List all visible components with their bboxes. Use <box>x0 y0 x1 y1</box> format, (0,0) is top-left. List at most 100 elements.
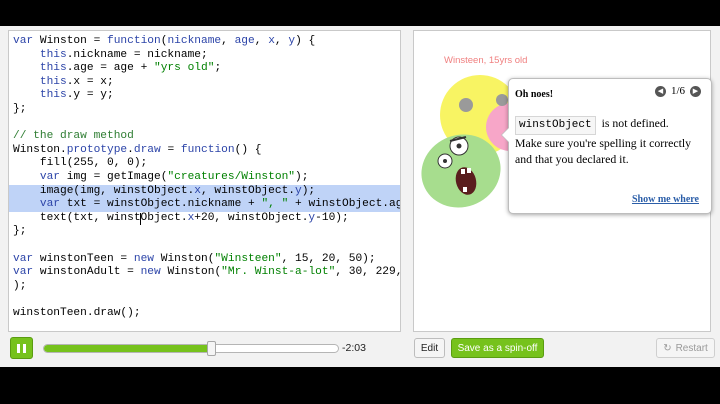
code-token: // the draw method <box>13 130 134 143</box>
time-remaining: -2:03 <box>342 342 366 354</box>
code-token: function <box>180 143 235 156</box>
error-page-count: 1/6 <box>670 85 685 97</box>
code-token: ); <box>13 279 27 292</box>
code-token: y <box>295 184 302 197</box>
code-token: new <box>140 266 161 279</box>
code-line[interactable]: // the draw method <box>13 130 400 144</box>
code-token: +20, winstObject. <box>194 211 309 224</box>
code-token: draw <box>133 143 161 156</box>
code-token: .nickname = nickname; <box>66 48 208 61</box>
code-line[interactable]: this.y = y; <box>13 89 400 103</box>
code-line[interactable] <box>13 239 400 253</box>
refresh-icon: ↻ <box>663 342 672 354</box>
code-line[interactable] <box>13 293 400 307</box>
error-code-chip: winstObject <box>515 116 596 135</box>
code-token: + winstObject.age; <box>295 198 400 211</box>
code-line[interactable]: var winstonAdult = new Winston("Mr. Wins… <box>13 266 401 280</box>
code-token: fill(255, 0, 0); <box>13 157 148 170</box>
code-token: }; <box>13 102 27 115</box>
code-token: var <box>39 170 61 183</box>
code-token: new <box>133 252 155 265</box>
code-line[interactable] <box>13 117 400 131</box>
code-token: .x = x; <box>66 75 114 88</box>
code-token: ) { <box>295 35 316 47</box>
restart-label: Restart <box>675 342 708 354</box>
code-token: , <box>274 35 289 47</box>
code-token: this <box>39 48 67 61</box>
error-title: Oh noes! <box>515 89 554 100</box>
code-text[interactable]: var Winston = function(nickname, age, x,… <box>9 35 401 321</box>
save-spinoff-button[interactable]: Save as a spin-off <box>451 338 544 358</box>
error-message-2: Make sure you're spelling it correctly a… <box>515 135 692 167</box>
code-token: function <box>107 35 161 47</box>
code-token: , winstObject. <box>201 184 295 197</box>
pause-icon <box>17 343 20 353</box>
prev-error-icon[interactable]: ◀ <box>654 85 666 97</box>
canvas-label: Winsteen, 15yrs old <box>444 55 528 66</box>
code-token: Winston( <box>160 266 222 279</box>
edit-button[interactable]: Edit <box>414 338 445 358</box>
code-line[interactable]: Winston.prototype.draw = function() { <box>13 143 400 158</box>
code-token: Winston = <box>39 35 107 47</box>
code-line[interactable]: }; <box>13 102 400 117</box>
code-token: , 15, 20, 50); <box>281 252 376 265</box>
progress-fill <box>44 345 212 352</box>
code-token: winstonTeen.draw(); <box>13 306 141 319</box>
code-line[interactable]: var Winston = function(nickname, age, x,… <box>13 35 400 49</box>
code-token: winstonAdult = <box>33 266 141 279</box>
code-line[interactable]: text(txt, winstObject.x+20, winstObject.… <box>13 211 400 226</box>
code-token: , 30, 229, 50 <box>335 266 401 279</box>
progress-handle[interactable] <box>207 341 216 356</box>
code-token: "yrs old" <box>154 62 215 75</box>
code-line[interactable]: }; <box>13 225 400 239</box>
text-caret <box>140 212 141 225</box>
code-token: ); <box>301 184 316 197</box>
show-me-where-link[interactable]: Show me where <box>632 194 699 205</box>
restart-button[interactable]: ↻ Restart <box>656 338 715 358</box>
code-token: () { <box>234 143 262 156</box>
error-message: winstObject is not defined. Make sure yo… <box>515 115 705 168</box>
code-line[interactable]: fill(255, 0, 0); <box>13 157 400 171</box>
code-token: ", " <box>261 198 289 211</box>
code-line[interactable]: image(img, winstObject.x, winstObject.y)… <box>9 184 400 199</box>
code-token: prototype <box>66 143 128 156</box>
code-editor[interactable]: var Winston = function(nickname, age, x,… <box>8 30 401 332</box>
code-line[interactable]: var winstonTeen = new Winston("Winsteen"… <box>13 252 400 267</box>
code-line[interactable]: var txt = winstObject.nickname + ", " + … <box>9 198 400 212</box>
code-line[interactable]: this.nickname = nickname; <box>13 48 400 63</box>
code-token: -10); <box>315 211 349 224</box>
code-token: this <box>39 89 67 102</box>
code-token: x <box>194 184 201 197</box>
code-line[interactable]: this.x = x; <box>13 75 400 90</box>
error-pager: ◀ 1/6 ▶ <box>654 85 701 97</box>
tooltip-arrow <box>501 127 509 143</box>
code-token: var <box>13 266 34 279</box>
code-token: }; <box>13 225 27 238</box>
code-token: txt = winstObject.nickname + <box>60 198 262 211</box>
code-token: ; <box>214 62 222 75</box>
code-token: = <box>160 143 181 156</box>
code-token: img = getImage( <box>60 170 168 183</box>
code-token: this <box>39 62 67 75</box>
code-token: var <box>13 252 34 265</box>
pause-button[interactable] <box>10 337 33 359</box>
code-token: var <box>13 35 40 47</box>
code-token: nickname <box>167 35 222 47</box>
code-token: "Winsteen" <box>214 252 282 265</box>
code-line[interactable]: winstonTeen.draw(); <box>13 306 400 321</box>
code-line[interactable]: this.age = age + "yrs old"; <box>13 62 400 76</box>
code-line[interactable]: ); <box>13 279 400 294</box>
code-line[interactable]: var img = getImage("creatures/Winston"); <box>13 170 400 185</box>
code-token: winstonTeen = <box>33 252 134 265</box>
code-token: this <box>39 75 67 88</box>
progress-track[interactable] <box>43 344 339 353</box>
code-token: text(txt, winstObject. <box>13 211 188 224</box>
next-error-icon[interactable]: ▶ <box>690 85 701 97</box>
code-token: ); <box>295 170 309 183</box>
code-token: var <box>39 198 61 211</box>
